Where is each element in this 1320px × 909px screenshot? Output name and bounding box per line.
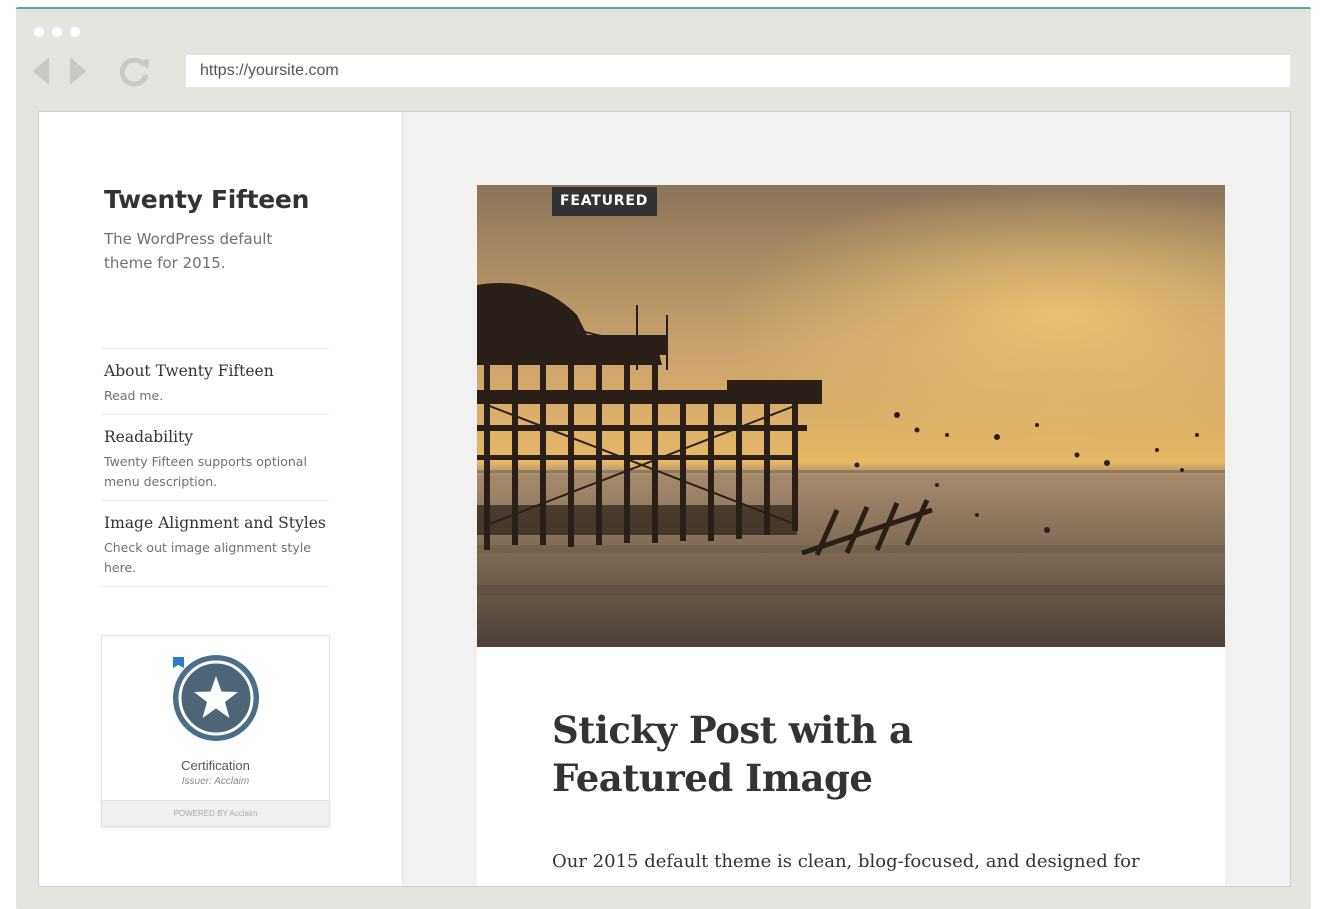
minimize-dot[interactable] bbox=[52, 27, 62, 37]
widget-footer: POWERED BY Acclaim bbox=[102, 800, 329, 826]
featured-label: FEATURED bbox=[552, 187, 658, 216]
post-title[interactable]: Sticky Post with a Featured Image bbox=[552, 706, 972, 802]
menu-item-title[interactable]: About Twenty Fifteen bbox=[104, 360, 329, 382]
reload-icon[interactable] bbox=[118, 55, 152, 89]
address-bar[interactable]: https://yoursite.com bbox=[186, 55, 1290, 87]
back-icon[interactable] bbox=[33, 57, 51, 85]
forward-icon[interactable] bbox=[68, 57, 86, 85]
menu-item-about[interactable]: About Twenty Fifteen Read me. bbox=[101, 349, 329, 415]
menu-item-description: Check out image alignment style here. bbox=[104, 540, 311, 575]
certification-widget[interactable]: Certification Issuer: Acclaim POWERED BY… bbox=[101, 635, 330, 827]
sticky-post: FEATURED Sticky Post with a Featured Ima… bbox=[477, 185, 1225, 886]
menu-item-description: Read me. bbox=[104, 388, 164, 403]
site-description: The WordPress default theme for 2015. bbox=[104, 230, 273, 272]
menu-item-title[interactable]: Image Alignment and Styles bbox=[104, 512, 329, 534]
menu-item-description: Twenty Fifteen supports optional menu de… bbox=[104, 454, 307, 489]
window-controls bbox=[34, 27, 80, 37]
menu-item-image-alignment[interactable]: Image Alignment and Styles Check out ima… bbox=[101, 501, 329, 587]
menu-item-title[interactable]: Readability bbox=[104, 426, 329, 448]
maximize-dot[interactable] bbox=[70, 27, 80, 37]
star-badge-icon bbox=[173, 655, 259, 741]
site-title[interactable]: Twenty Fifteen bbox=[104, 185, 309, 214]
menu-item-readability[interactable]: Readability Twenty Fifteen supports opti… bbox=[101, 415, 329, 501]
featured-image[interactable] bbox=[477, 185, 1225, 647]
certification-name: Certification bbox=[181, 758, 250, 773]
sidebar-menu: About Twenty Fifteen Read me. Readabilit… bbox=[101, 348, 329, 587]
post-excerpt: Our 2015 default theme is clean, blog-fo… bbox=[552, 851, 1140, 872]
certification-issuer: Issuer: Acclaim bbox=[181, 776, 250, 787]
close-dot[interactable] bbox=[34, 27, 44, 37]
page-viewport: Twenty Fifteen The WordPress default the… bbox=[38, 111, 1291, 887]
sidebar: Twenty Fifteen The WordPress default the… bbox=[39, 112, 403, 886]
